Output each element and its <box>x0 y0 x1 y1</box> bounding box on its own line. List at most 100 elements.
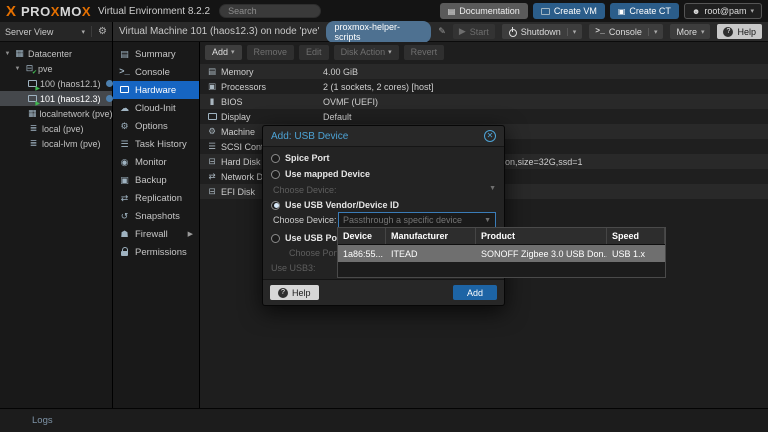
shield-icon: ☗ <box>119 229 130 240</box>
radio-icon[interactable] <box>271 234 280 243</box>
shutdown-button[interactable]: Shutdown ▾ <box>502 24 583 39</box>
table-row-processors[interactable]: ▣Processors2 (1 sockets, 2 cores) [host] <box>200 79 768 94</box>
question-icon: ? <box>278 288 288 298</box>
datacenter-icon: ▦ <box>14 48 25 59</box>
column-header-device[interactable]: Device <box>338 228 386 244</box>
radio-icon[interactable] <box>271 170 280 179</box>
tree-item-localnetwork[interactable]: ▦ localnetwork (pve) <box>0 106 112 121</box>
nav-item-options[interactable]: ⚙Options <box>113 117 199 135</box>
documentation-button[interactable]: ▤ Documentation <box>440 3 528 19</box>
dialog-header[interactable]: Add: USB Device ✕ <box>263 126 504 147</box>
nav-item-console[interactable]: >_Console <box>113 63 199 81</box>
remove-button[interactable]: Remove <box>247 45 295 60</box>
nav-item-permissions[interactable]: Permissions <box>113 243 199 261</box>
nav-item-snapshots[interactable]: ↺Snapshots <box>113 207 199 225</box>
chevron-down-icon[interactable]: ▾ <box>648 28 658 36</box>
book-icon: ▤ <box>448 7 456 16</box>
radio-spice-port[interactable]: Spice Port <box>271 153 330 163</box>
add-button[interactable]: Add▾ <box>205 45 242 60</box>
tree-item-vm-100[interactable]: ▶ 100 (haos12.1) <box>0 76 112 91</box>
node-icon: ⊟✔ <box>24 63 35 74</box>
resource-tree-panel: Server View ▾ ⚙ ▼ ▦ Datacenter ▼ ⊟✔ pve … <box>0 22 113 408</box>
expand-caret-icon[interactable]: ▼ <box>14 66 21 72</box>
exchange-icon: ⇄ <box>206 171 218 182</box>
search-input[interactable] <box>219 4 321 18</box>
tree-settings-gear-icon[interactable]: ⚙ <box>91 26 107 37</box>
expand-caret-icon[interactable]: ▼ <box>4 51 11 57</box>
radio-use-usb-vendor-device-id[interactable]: Use USB Vendor/Device ID <box>271 200 399 210</box>
create-vm-button[interactable]: Create VM <box>533 3 605 19</box>
close-icon[interactable]: ✕ <box>484 130 496 142</box>
chip-icon: ▮ <box>206 96 218 107</box>
column-header-manufacturer[interactable]: Manufacturer <box>386 228 476 244</box>
radio-use-mapped-device[interactable]: Use mapped Device <box>271 169 370 179</box>
nav-item-summary[interactable]: ▤Summary <box>113 45 199 63</box>
history-icon: ↺ <box>119 211 130 222</box>
edit-tags-pencil-icon[interactable]: ✎ <box>438 26 446 37</box>
chevron-down-icon[interactable]: ▼ <box>484 217 491 224</box>
nav-item-replication[interactable]: ⇄Replication <box>113 189 199 207</box>
help-button[interactable]: ? Help <box>717 24 762 39</box>
edit-button[interactable]: Edit <box>299 45 329 60</box>
top-header-bar: X PROXMOX Virtual Environment 8.2.2 ▤ Do… <box>0 0 768 22</box>
floppy-icon: ▣ <box>119 175 130 186</box>
nav-item-cloud-init[interactable]: ☁Cloud-Init <box>113 99 199 117</box>
column-header-product[interactable]: Product <box>476 228 607 244</box>
use-usb3-label: Use USB3: <box>271 263 316 273</box>
user-menu-button[interactable]: ☻ root@pam ▾ <box>684 3 762 19</box>
chevron-down-icon: ▾ <box>231 48 235 56</box>
choose-device-combobox[interactable]: Passthrough a specific device ▼ <box>338 212 496 228</box>
chevron-down-icon: ▾ <box>750 7 754 15</box>
chevron-down-icon: ▾ <box>82 28 86 36</box>
submenu-arrow-icon: ▶ <box>188 230 193 238</box>
monitor-icon <box>541 8 550 15</box>
controller-icon: ☰ <box>206 141 218 152</box>
dialog-help-button[interactable]: ? Help <box>270 285 319 300</box>
nav-item-monitor[interactable]: ◉Monitor <box>113 153 199 171</box>
storage-icon: ≣ <box>28 138 39 149</box>
vm-icon: ▶ <box>28 94 37 104</box>
radio-icon[interactable] <box>271 154 280 163</box>
memory-icon: ▤ <box>206 66 218 77</box>
tree-view-selector[interactable]: Server View ▾ ⚙ <box>0 22 112 42</box>
nav-item-task-history[interactable]: ☰Task History <box>113 135 199 153</box>
column-header-speed[interactable]: Speed <box>607 228 665 244</box>
tag-color-dot <box>106 80 113 87</box>
combobox-placeholder: Passthrough a specific device <box>343 215 462 225</box>
cpu-icon: ▣ <box>206 81 218 92</box>
eye-icon: ◉ <box>119 157 130 168</box>
start-button[interactable]: ▶ Start <box>453 24 495 39</box>
create-ct-button[interactable]: ▣ Create CT <box>610 3 679 19</box>
tree-item-datacenter[interactable]: ▼ ▦ Datacenter <box>0 46 112 61</box>
radio-use-usb-port[interactable]: Use USB Port <box>271 233 344 243</box>
disk-action-button[interactable]: Disk Action▾ <box>334 45 399 60</box>
tree-item-vm-101[interactable]: ▶ 101 (haos12.3) <box>0 91 112 106</box>
proxmox-logo: PROXMOX <box>21 4 91 19</box>
device-list-item[interactable]: 1a86:55... ITEAD SONOFF Zigbee 3.0 USB D… <box>338 245 665 262</box>
more-button[interactable]: More ▾ <box>670 24 710 39</box>
table-row-display[interactable]: DisplayDefault <box>200 109 768 124</box>
device-dropdown-list: Device Manufacturer Product Speed 1a86:5… <box>337 227 666 278</box>
mapped-device-combo-disabled[interactable]: ▼ <box>489 185 496 192</box>
radio-selected-icon[interactable] <box>271 201 280 210</box>
console-button[interactable]: >_ Console ▾ <box>589 24 663 39</box>
desktop-icon <box>119 85 130 95</box>
table-row-memory[interactable]: ▤Memory4.00 GiB <box>200 64 768 79</box>
logs-bottom-bar[interactable]: Logs <box>0 408 768 432</box>
nav-item-hardware[interactable]: Hardware <box>113 81 199 99</box>
environment-version: Virtual Environment 8.2.2 <box>98 6 210 17</box>
tree-item-storage-local[interactable]: ≣ local (pve) <box>0 121 112 136</box>
tree-item-node-pve[interactable]: ▼ ⊟✔ pve <box>0 61 112 76</box>
dialog-add-button[interactable]: Add <box>453 285 497 300</box>
tree-item-storage-local-lvm[interactable]: ≣ local-lvm (pve) <box>0 136 112 151</box>
chevron-down-icon: ▼ <box>489 185 496 192</box>
nav-item-backup[interactable]: ▣Backup <box>113 171 199 189</box>
vm-tag[interactable]: proxmox-helper-scripts <box>326 21 431 43</box>
logs-label[interactable]: Logs <box>32 415 53 426</box>
table-row-bios[interactable]: ▮BIOSOVMF (UEFI) <box>200 94 768 109</box>
revert-button[interactable]: Revert <box>404 45 445 60</box>
nav-item-firewall[interactable]: ☗Firewall▶ <box>113 225 199 243</box>
chevron-down-icon[interactable]: ▾ <box>567 28 577 36</box>
vm-nav-panel: ▤Summary >_Console Hardware ☁Cloud-Init … <box>113 42 200 408</box>
running-icon: ▶ <box>35 86 40 92</box>
